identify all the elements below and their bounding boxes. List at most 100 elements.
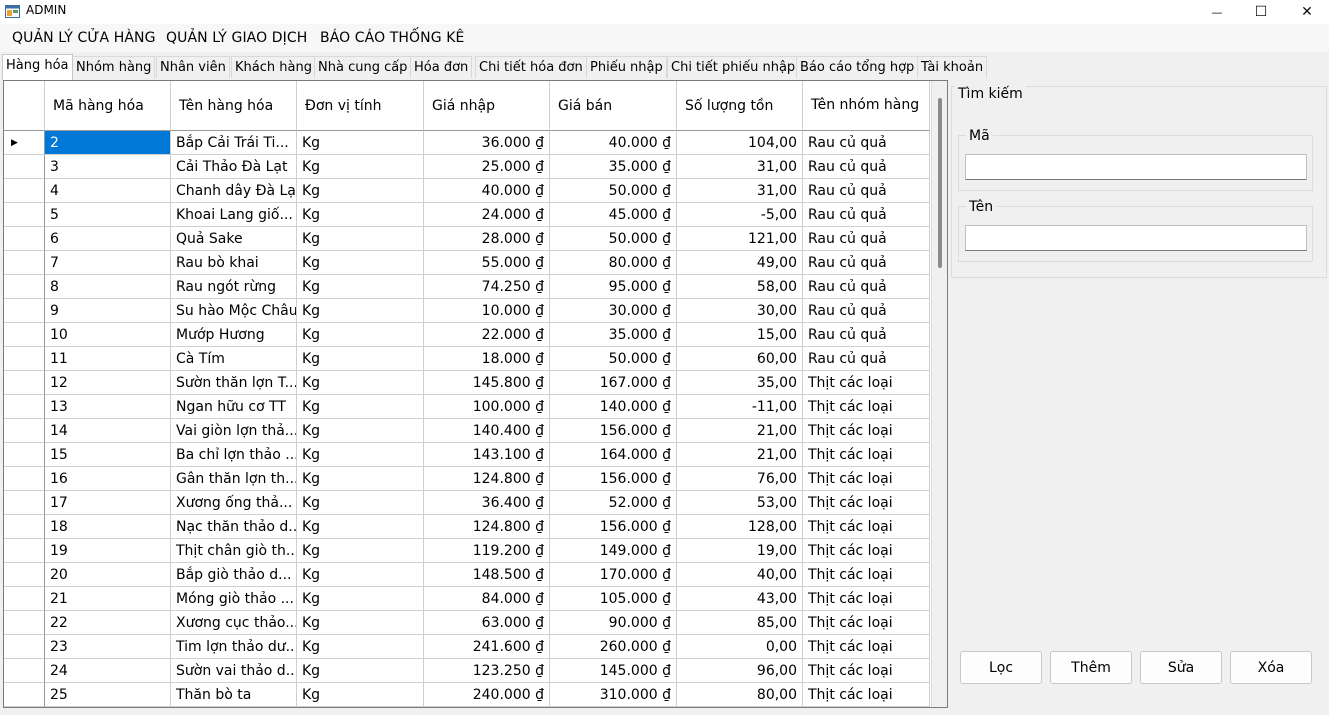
cell-code[interactable]: 12 [45,371,171,395]
cell-name[interactable]: Khoai Lang giố... [171,203,297,227]
cell-import-price[interactable]: 10.000 ₫ [424,299,550,323]
cell-unit[interactable]: Kg [297,491,424,515]
table-row[interactable]: 2 Bắp Cải Trái Ti... Kg 36.000 ₫ 40.000 ₫ 104… [45,131,930,155]
cell-sale-price[interactable]: 50.000 ₫ [550,227,677,251]
cell-name[interactable]: Nạc thăn thảo d... [171,515,297,539]
cell-stock[interactable]: 96,00 [677,659,803,683]
cell-group[interactable]: Rau củ quả [803,347,930,371]
column-header-stock[interactable]: Số lượng tồn [677,81,803,131]
cell-unit[interactable]: Kg [297,155,424,179]
cell-name[interactable]: Xương cục thảo... [171,611,297,635]
cell-import-price[interactable]: 74.250 ₫ [424,275,550,299]
cell-import-price[interactable]: 63.000 ₫ [424,611,550,635]
cell-sale-price[interactable]: 260.000 ₫ [550,635,677,659]
cell-group[interactable]: Rau củ quả [803,155,930,179]
grid-scroll-thumb[interactable] [938,98,942,268]
row-header[interactable] [4,395,45,419]
cell-import-price[interactable]: 148.500 ₫ [424,563,550,587]
table-row[interactable]: 12 Sườn thăn lợn T... Kg 145.800 ₫ 167.000 ₫… [45,371,930,395]
cell-code[interactable]: 14 [45,419,171,443]
cell-group[interactable]: Thịt các loại [803,491,930,515]
cell-group[interactable]: Thịt các loại [803,395,930,419]
row-header[interactable] [4,491,45,515]
table-row[interactable]: 25 Thăn bò ta Kg 240.000 ₫ 310.000 ₫ 80,00 Thị… [45,683,930,707]
cell-import-price[interactable]: 145.800 ₫ [424,371,550,395]
cell-stock[interactable]: 49,00 [677,251,803,275]
table-row[interactable]: 16 Gân thăn lợn th... Kg 124.800 ₫ 156.000 ₫… [45,467,930,491]
cell-name[interactable]: Chanh dây Đà Lạt [171,179,297,203]
cell-name[interactable]: Ba chỉ lợn thảo ... [171,443,297,467]
row-header[interactable] [4,659,45,683]
cell-unit[interactable]: Kg [297,275,424,299]
delete-button[interactable]: Xóa [1230,651,1312,684]
cell-import-price[interactable]: 36.000 ₫ [424,131,550,155]
filter-button[interactable]: Lọc [960,651,1042,684]
cell-unit[interactable]: Kg [297,419,424,443]
cell-sale-price[interactable]: 50.000 ₫ [550,179,677,203]
tab-product-groups[interactable]: Nhóm hàng [72,56,156,78]
table-row[interactable]: 15 Ba chỉ lợn thảo ... Kg 143.100 ₫ 164.000 … [45,443,930,467]
cell-sale-price[interactable]: 105.000 ₫ [550,587,677,611]
maximize-button[interactable]: ☐ [1238,0,1284,24]
cell-sale-price[interactable]: 156.000 ₫ [550,515,677,539]
cell-code[interactable]: 22 [45,611,171,635]
table-row[interactable]: 18 Nạc thăn thảo d... Kg 124.800 ₫ 156.000 ₫… [45,515,930,539]
row-header[interactable] [4,155,45,179]
cell-group[interactable]: Thịt các loại [803,443,930,467]
table-row[interactable]: 3 Cải Thảo Đà Lạt Kg 25.000 ₫ 35.000 ₫ 31,00 R… [45,155,930,179]
cell-group[interactable]: Rau củ quả [803,299,930,323]
cell-stock[interactable]: 128,00 [677,515,803,539]
cell-sale-price[interactable]: 90.000 ₫ [550,611,677,635]
cell-import-price[interactable]: 18.000 ₫ [424,347,550,371]
row-header[interactable] [4,371,45,395]
cell-unit[interactable]: Kg [297,323,424,347]
cell-import-price[interactable]: 22.000 ₫ [424,323,550,347]
grid-corner-cell[interactable] [4,81,45,131]
cell-import-price[interactable]: 55.000 ₫ [424,251,550,275]
cell-stock[interactable]: 19,00 [677,539,803,563]
column-header-group[interactable]: Tên nhóm hàng [803,81,930,131]
cell-code[interactable]: 20 [45,563,171,587]
cell-group[interactable]: Rau củ quả [803,203,930,227]
cell-sale-price[interactable]: 50.000 ₫ [550,347,677,371]
cell-import-price[interactable]: 28.000 ₫ [424,227,550,251]
cell-import-price[interactable]: 240.000 ₫ [424,683,550,707]
cell-sale-price[interactable]: 80.000 ₫ [550,251,677,275]
table-row[interactable]: 23 Tim lợn thảo dư... Kg 241.600 ₫ 260.000 ₫… [45,635,930,659]
cell-sale-price[interactable]: 310.000 ₫ [550,683,677,707]
cell-code[interactable]: 3 [45,155,171,179]
cell-code[interactable]: 11 [45,347,171,371]
cell-name[interactable]: Quả Sake [171,227,297,251]
cell-stock[interactable]: -11,00 [677,395,803,419]
close-button[interactable]: ✕ [1284,0,1329,24]
table-row[interactable]: 4 Chanh dây Đà Lạt Kg 40.000 ₫ 50.000 ₫ 31,00… [45,179,930,203]
cell-name[interactable]: Ngan hữu cơ TT [171,395,297,419]
cell-stock[interactable]: 104,00 [677,131,803,155]
cell-import-price[interactable]: 25.000 ₫ [424,155,550,179]
table-row[interactable]: 7 Rau bò khai Kg 55.000 ₫ 80.000 ₫ 49,00 Rau c… [45,251,930,275]
cell-group[interactable]: Thịt các loại [803,587,930,611]
edit-button[interactable]: Sửa [1140,651,1222,684]
cell-group[interactable]: Thịt các loại [803,659,930,683]
column-header-name[interactable]: Tên hàng hóa [171,81,297,131]
column-header-unit[interactable]: Đơn vị tính [297,81,424,131]
tab-receipt-details[interactable]: Chi tiết phiếu nhập [667,56,800,78]
cell-code[interactable]: 19 [45,539,171,563]
tab-summary-report[interactable]: Báo cáo tổng hợp [796,56,919,78]
cell-code[interactable]: 25 [45,683,171,707]
cell-unit[interactable]: Kg [297,203,424,227]
row-header[interactable] [4,275,45,299]
cell-sale-price[interactable]: 45.000 ₫ [550,203,677,227]
cell-group[interactable]: Rau củ quả [803,323,930,347]
table-row[interactable]: 6 Quả Sake Kg 28.000 ₫ 50.000 ₫ 121,00 Rau củ … [45,227,930,251]
cell-import-price[interactable]: 84.000 ₫ [424,587,550,611]
cell-unit[interactable]: Kg [297,611,424,635]
cell-import-price[interactable]: 100.000 ₫ [424,395,550,419]
table-row[interactable]: 13 Ngan hữu cơ TT Kg 100.000 ₫ 140.000 ₫ -11,… [45,395,930,419]
cell-sale-price[interactable]: 35.000 ₫ [550,155,677,179]
tab-invoice-details[interactable]: Chi tiết hóa đơn [475,56,587,78]
cell-stock[interactable]: 31,00 [677,155,803,179]
cell-import-price[interactable]: 123.250 ₫ [424,659,550,683]
cell-stock[interactable]: 31,00 [677,179,803,203]
row-header[interactable] [4,587,45,611]
